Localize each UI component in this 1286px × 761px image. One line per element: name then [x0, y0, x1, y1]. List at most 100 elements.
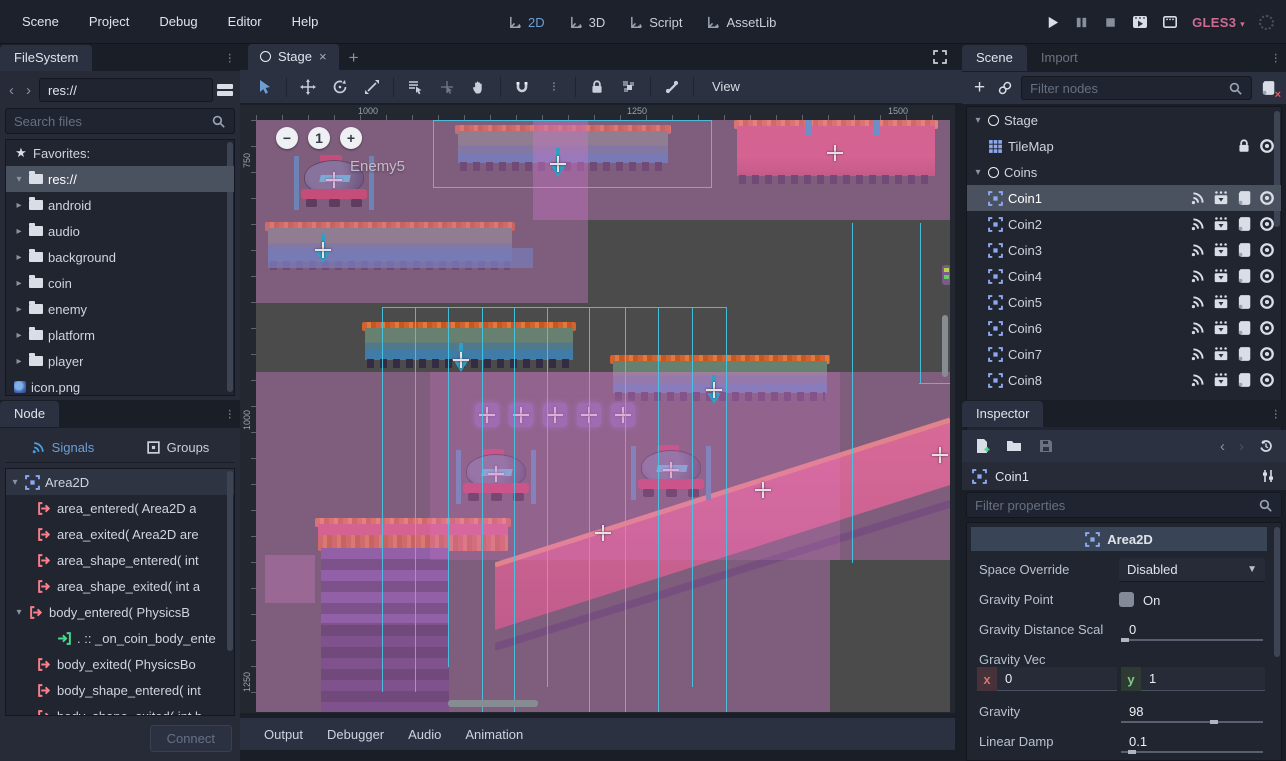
- lock-object-icon[interactable]: [586, 76, 608, 98]
- gravity-input[interactable]: 98: [1119, 700, 1265, 724]
- nav-forward-icon[interactable]: ›: [22, 82, 35, 99]
- tab-filesystem[interactable]: FileSystem: [0, 45, 92, 71]
- bottom-dock-tab[interactable]: Debugger: [317, 722, 394, 747]
- skeleton-options-icon[interactable]: [661, 76, 683, 98]
- coin-sprite[interactable]: [509, 403, 533, 427]
- signal-row[interactable]: ▾ area_shape_exited( int a: [6, 573, 234, 599]
- wavy-ground-sprite[interactable]: [321, 548, 449, 712]
- sloped-ground-sprite[interactable]: [495, 405, 950, 650]
- expand-arrow-icon[interactable]: ▸: [14, 226, 24, 237]
- filter-nodes-input[interactable]: [1030, 81, 1228, 96]
- scene-canvas[interactable]: Enemy5 − 1 +: [256, 120, 950, 712]
- filter-properties-input[interactable]: [975, 498, 1258, 513]
- tab-inspector[interactable]: Inspector: [962, 401, 1043, 427]
- bottom-dock-tab[interactable]: Animation: [455, 722, 533, 747]
- mode-button[interactable]: AssetLib: [698, 11, 784, 34]
- menu-item[interactable]: Scene: [10, 9, 71, 34]
- signal-connected-icon[interactable]: [1190, 346, 1206, 362]
- group-icon[interactable]: [1213, 190, 1229, 206]
- expand-arrow-icon[interactable]: ▸: [14, 200, 24, 211]
- signal-row[interactable]: ▾ area_exited( Area2D are: [6, 521, 234, 547]
- path-field[interactable]: [39, 78, 213, 102]
- coin-sprite[interactable]: [611, 403, 635, 427]
- visibility-eye-icon[interactable]: [1259, 216, 1275, 232]
- expand-arrow-icon[interactable]: ▾: [14, 607, 24, 618]
- pan-tool-icon[interactable]: [468, 76, 490, 98]
- scene-tree-row[interactable]: Coin8: [967, 367, 1281, 393]
- group-icon[interactable]: [1213, 268, 1229, 284]
- mode-button[interactable]: 2D: [500, 11, 553, 34]
- scene-tree-row[interactable]: Coin3: [967, 237, 1281, 263]
- play-scene-button[interactable]: [1132, 14, 1148, 30]
- rotate-tool-icon[interactable]: [329, 76, 351, 98]
- signal-connected-icon[interactable]: [1190, 190, 1206, 206]
- scene-tree-row[interactable]: Coin5: [967, 289, 1281, 315]
- visibility-eye-icon[interactable]: [1259, 190, 1275, 206]
- scene-tree-row[interactable]: Coin2: [967, 211, 1281, 237]
- mode-button[interactable]: 3D: [561, 11, 614, 34]
- script-icon[interactable]: [1236, 216, 1252, 232]
- crosshair-gizmo[interactable]: [315, 242, 331, 258]
- search-files-field[interactable]: [5, 108, 235, 134]
- signal-row[interactable]: ▾ area_shape_entered( int: [6, 547, 234, 573]
- gravity-distance-input[interactable]: 0: [1119, 618, 1265, 642]
- filesystem-tree-row[interactable]: ★ ▸ background: [6, 244, 234, 270]
- smart-snap-icon[interactable]: [511, 76, 533, 98]
- visibility-eye-icon[interactable]: [1259, 294, 1275, 310]
- scene-tree-row[interactable]: Coin6: [967, 315, 1281, 341]
- tab-signals[interactable]: Signals: [5, 433, 120, 462]
- tab-groups[interactable]: Groups: [120, 433, 235, 462]
- panel-menu-icon[interactable]: ⁝: [228, 406, 232, 423]
- 2d-viewport[interactable]: 1000 1250 1500 750 1000 1250: [240, 105, 955, 713]
- script-icon[interactable]: [1236, 190, 1252, 206]
- bottom-dock-tab[interactable]: Output: [254, 722, 313, 747]
- expand-arrow-icon[interactable]: ▸: [14, 330, 24, 341]
- history-back-icon[interactable]: ‹: [1220, 438, 1225, 455]
- signal-row[interactable]: ▾ . :: _on_coin_body_ente: [6, 625, 234, 651]
- signal-connected-icon[interactable]: [1190, 320, 1206, 336]
- scene-tree-row[interactable]: Coin7: [967, 341, 1281, 367]
- gravity-vec-y-input[interactable]: y 1: [1121, 667, 1265, 691]
- extra-tools-icon[interactable]: [1260, 468, 1276, 484]
- new-resource-icon[interactable]: [974, 438, 990, 454]
- crosshair-gizmo[interactable]: [827, 145, 843, 161]
- panel-menu-icon[interactable]: ⁝: [1274, 406, 1278, 423]
- signal-row[interactable]: ▾ body_shape_entered( int: [6, 677, 234, 703]
- visibility-eye-icon[interactable]: [1259, 372, 1275, 388]
- signal-connected-icon[interactable]: [1190, 372, 1206, 388]
- zoom-in-button[interactable]: +: [340, 127, 362, 149]
- expand-arrow-icon[interactable]: ▾: [973, 167, 983, 178]
- section-header-area2d[interactable]: Area2D: [971, 527, 1267, 551]
- signal-row[interactable]: ▾ body_entered( PhysicsB: [6, 599, 234, 625]
- tab-node[interactable]: Node: [0, 401, 59, 427]
- visibility-eye-icon[interactable]: [1259, 320, 1275, 336]
- expand-arrow-icon[interactable]: ▸: [14, 252, 24, 263]
- tab-scene[interactable]: Scene: [962, 45, 1027, 71]
- scene-tree-row[interactable]: ▾ Stage: [967, 107, 1281, 133]
- script-icon[interactable]: [1236, 320, 1252, 336]
- crosshair-gizmo[interactable]: [550, 156, 566, 172]
- signal-row[interactable]: ▾ area_entered( Area2D a: [6, 495, 234, 521]
- menu-item[interactable]: Help: [280, 9, 331, 34]
- close-tab-icon[interactable]: ×: [319, 49, 327, 64]
- menu-item[interactable]: Project: [77, 9, 141, 34]
- group-icon[interactable]: [1213, 294, 1229, 310]
- filesystem-tree-row[interactable]: ★ ▸ android: [6, 192, 234, 218]
- panel-menu-icon[interactable]: ⁝: [228, 50, 232, 67]
- pause-button[interactable]: [1074, 15, 1089, 30]
- signal-connected-icon[interactable]: [1190, 268, 1206, 284]
- scene-tree-row[interactable]: Coin1: [967, 185, 1281, 211]
- signals-root-row[interactable]: ▾ Area2D: [6, 469, 234, 495]
- expand-arrow-icon[interactable]: ▾: [14, 174, 24, 185]
- group-icon[interactable]: [1213, 372, 1229, 388]
- select-tool-icon[interactable]: [254, 76, 276, 98]
- group-icon[interactable]: [1213, 320, 1229, 336]
- pickup-sprite[interactable]: [942, 265, 950, 285]
- script-icon[interactable]: [1236, 242, 1252, 258]
- menu-item[interactable]: Debug: [147, 9, 209, 34]
- filter-properties-field[interactable]: [966, 492, 1282, 518]
- gizmo-handle[interactable]: [873, 120, 880, 135]
- panel-menu-icon[interactable]: ⁝: [1274, 50, 1278, 67]
- load-resource-icon[interactable]: [1006, 438, 1022, 454]
- crosshair-gizmo[interactable]: [932, 447, 948, 463]
